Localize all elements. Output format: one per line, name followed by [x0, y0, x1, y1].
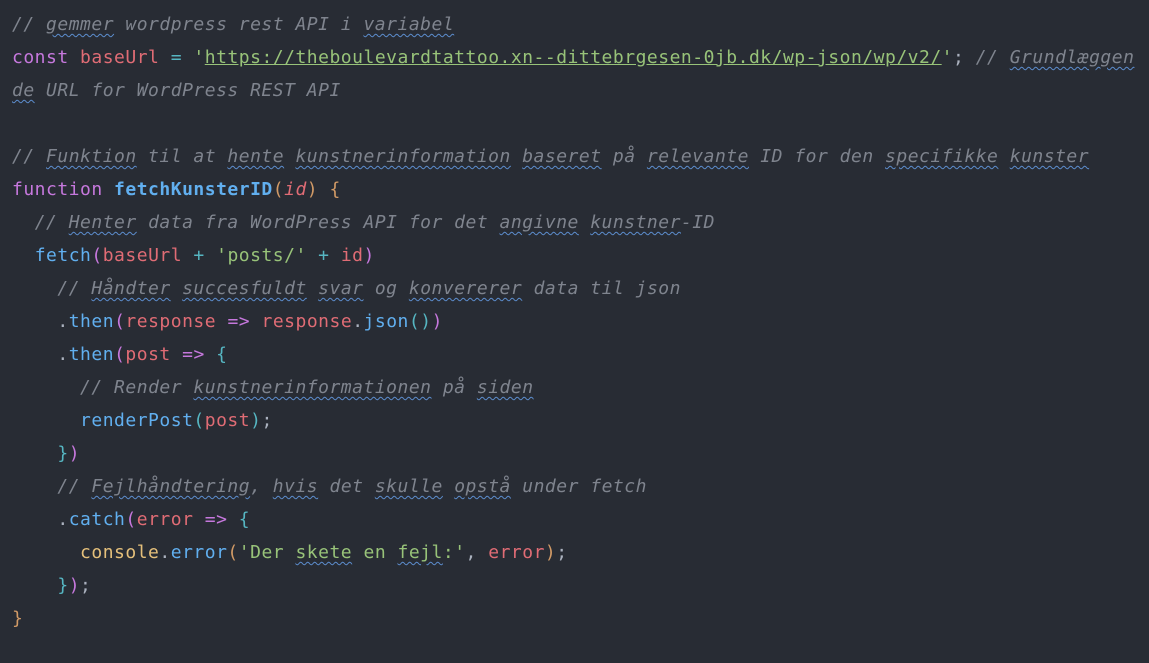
fn-fetch: fetch — [35, 245, 92, 266]
fn-then: then — [69, 344, 114, 365]
obj-console: console — [80, 542, 159, 563]
param-id: id — [284, 179, 307, 200]
keyword-const: const — [12, 47, 69, 68]
keyword-function: function — [12, 179, 103, 200]
fn-decl: fetchKunsterID — [114, 179, 273, 200]
fn-then: then — [69, 311, 114, 332]
string-posts: 'posts/' — [216, 245, 307, 266]
comment-line: // Funktion til at hente kunstnerinforma… — [12, 146, 1089, 167]
var-baseurl: baseUrl — [80, 47, 159, 68]
comment-line: // gemmer wordpress rest API i variabel — [12, 14, 454, 35]
comment-line: // Render kunstnerinformationen på siden — [80, 377, 534, 398]
string-url: https://theboulevardtattoo.xn--dittebrge… — [205, 47, 942, 68]
fn-renderpost: renderPost — [80, 410, 193, 431]
code-editor[interactable]: // gemmer wordpress rest API i variabel … — [0, 0, 1149, 643]
comment-line: // Fejlhåndtering, hvis det skulle opstå… — [57, 476, 647, 497]
comment-line: // Henter data fra WordPress API for det… — [35, 212, 715, 233]
comment-line: // Håndter succesfuldt svar og konverere… — [57, 278, 681, 299]
fn-catch: catch — [69, 509, 126, 530]
string-error: 'Der skete en fejl:' — [239, 542, 466, 563]
